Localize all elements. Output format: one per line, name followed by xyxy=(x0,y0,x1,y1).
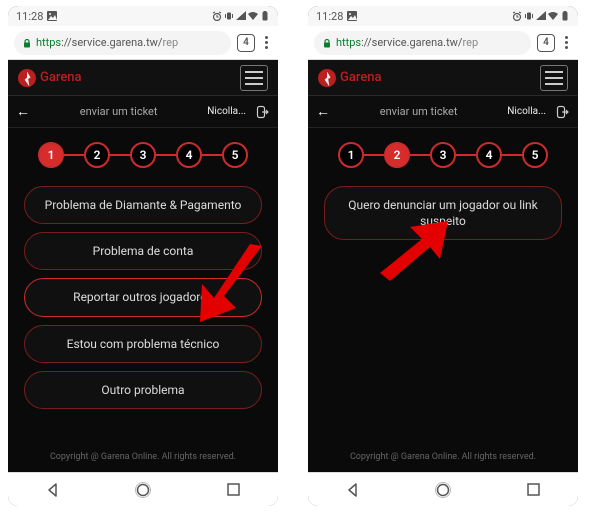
step-connector xyxy=(410,154,430,156)
url-path: rep xyxy=(162,36,178,49)
status-bar: 11:28 xyxy=(8,6,278,26)
nav-back-icon[interactable] xyxy=(45,482,61,498)
user-name[interactable]: Nicolla... xyxy=(507,106,546,117)
url-host: ://service.garena.tw/ xyxy=(61,36,162,49)
lock-icon xyxy=(322,38,332,48)
garena-logo-icon xyxy=(18,69,36,87)
copyright: Copyright @ Garena Online. All rights re… xyxy=(308,444,578,472)
url-bar: https://service.garena.tw/rep 4 xyxy=(308,26,578,60)
android-navbar xyxy=(8,472,278,506)
lock-icon xyxy=(22,38,32,48)
logout-icon[interactable] xyxy=(256,105,270,119)
option-list: Problema de Diamante & Pagamento Problem… xyxy=(8,178,278,417)
battery-icon xyxy=(260,11,270,21)
alarm-icon xyxy=(512,11,522,21)
url-path: rep xyxy=(462,36,478,49)
step-5[interactable]: 5 xyxy=(522,142,548,168)
status-bar: 11:28 xyxy=(308,6,578,26)
image-icon xyxy=(347,11,357,21)
back-button[interactable]: ← xyxy=(316,103,330,120)
option-technical-problem[interactable]: Estou com problema técnico xyxy=(24,325,262,363)
stepper: 1 2 3 4 5 xyxy=(308,128,578,178)
vibrate-icon xyxy=(524,11,534,21)
step-connector xyxy=(364,154,384,156)
step-2[interactable]: 2 xyxy=(384,142,410,168)
signal-icon xyxy=(536,11,546,21)
user-name[interactable]: Nicolla... xyxy=(207,106,246,117)
brand-name: Garena xyxy=(40,70,82,85)
step-2[interactable]: 2 xyxy=(84,142,110,168)
wifi-icon xyxy=(548,11,558,21)
url-bar: https://service.garena.tw/rep 4 xyxy=(8,26,278,60)
android-navbar xyxy=(308,472,578,506)
step-5[interactable]: 5 xyxy=(222,142,248,168)
option-diamond-payment[interactable]: Problema de Diamante & Pagamento xyxy=(24,186,262,224)
nav-home-icon[interactable] xyxy=(134,481,152,499)
app-header: Garena xyxy=(8,60,278,96)
alarm-icon xyxy=(212,11,222,21)
step-3[interactable]: 3 xyxy=(430,142,456,168)
brand[interactable]: Garena xyxy=(318,69,382,87)
step-connector xyxy=(156,154,176,156)
url-host: ://service.garena.tw/ xyxy=(361,36,462,49)
nav-recent-icon[interactable] xyxy=(226,482,241,497)
option-account-problem[interactable]: Problema de conta xyxy=(24,232,262,270)
browser-menu-icon[interactable] xyxy=(561,36,572,49)
step-connector xyxy=(110,154,130,156)
option-list: Quero denunciar um jogador ou link suspe… xyxy=(308,178,578,248)
step-4[interactable]: 4 xyxy=(476,142,502,168)
sub-header: ← enviar um ticket Nicolla... xyxy=(8,96,278,128)
hamburger-menu-icon[interactable] xyxy=(540,65,568,91)
status-time: 11:28 xyxy=(316,10,343,23)
garena-logo-icon xyxy=(318,69,336,87)
step-1[interactable]: 1 xyxy=(338,142,364,168)
nav-home-icon[interactable] xyxy=(434,481,452,499)
page-title: enviar um ticket xyxy=(36,105,201,118)
sub-header: ← enviar um ticket Nicolla... xyxy=(308,96,578,128)
step-connector xyxy=(202,154,222,156)
step-4[interactable]: 4 xyxy=(176,142,202,168)
phone-right: 11:28 https://service.garena.tw/rep 4 Ga… xyxy=(308,6,578,506)
app-header: Garena xyxy=(308,60,578,96)
wifi-icon xyxy=(248,11,258,21)
vibrate-icon xyxy=(224,11,234,21)
step-1[interactable]: 1 xyxy=(38,142,64,168)
url-scheme: https xyxy=(336,36,361,49)
url-input[interactable]: https://service.garena.tw/rep xyxy=(314,31,531,55)
battery-icon xyxy=(560,11,570,21)
status-time: 11:28 xyxy=(16,10,43,23)
stepper: 1 2 3 4 5 xyxy=(8,128,278,178)
nav-recent-icon[interactable] xyxy=(526,482,541,497)
logout-icon[interactable] xyxy=(556,105,570,119)
tab-count[interactable]: 4 xyxy=(537,34,555,52)
signal-icon xyxy=(236,11,246,21)
option-other-problem[interactable]: Outro problema xyxy=(24,371,262,409)
brand-name: Garena xyxy=(340,70,382,85)
option-report-players[interactable]: Reportar outros jogadores xyxy=(24,278,262,316)
back-button[interactable]: ← xyxy=(16,103,30,120)
brand[interactable]: Garena xyxy=(18,69,82,87)
hamburger-menu-icon[interactable] xyxy=(240,65,268,91)
image-icon xyxy=(47,11,57,21)
option-report-suspicious[interactable]: Quero denunciar um jogador ou link suspe… xyxy=(324,186,562,240)
step-connector xyxy=(502,154,522,156)
phone-left: 11:28 https://service.garena.tw/rep 4 Ga… xyxy=(8,6,278,506)
browser-menu-icon[interactable] xyxy=(261,36,272,49)
url-scheme: https xyxy=(36,36,61,49)
step-connector xyxy=(64,154,84,156)
copyright: Copyright @ Garena Online. All rights re… xyxy=(8,444,278,472)
page-title: enviar um ticket xyxy=(336,105,501,118)
tab-count[interactable]: 4 xyxy=(237,34,255,52)
step-3[interactable]: 3 xyxy=(130,142,156,168)
url-input[interactable]: https://service.garena.tw/rep xyxy=(14,31,231,55)
step-connector xyxy=(456,154,476,156)
nav-back-icon[interactable] xyxy=(345,482,361,498)
